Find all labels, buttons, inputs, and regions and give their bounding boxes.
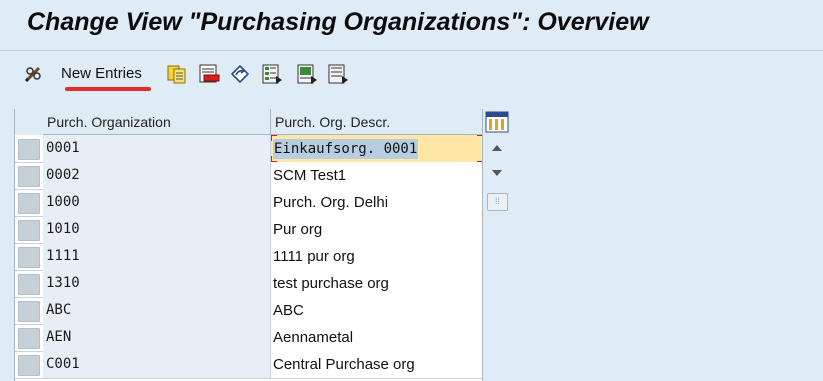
- select-all-icon[interactable]: [261, 63, 283, 85]
- undo-change-icon[interactable]: [229, 63, 251, 85]
- table-row[interactable]: 1111 1111 pur org: [15, 243, 483, 271]
- entries-table: Purch. Organization Purch. Org. Descr. 0…: [14, 109, 512, 381]
- table-row[interactable]: 1000 Purch. Org. Delhi: [15, 189, 483, 217]
- purch-org-descr-value[interactable]: Einkaufsorg. 0001: [273, 139, 419, 159]
- scroll-down-icon[interactable]: [486, 164, 508, 182]
- purch-org-descr-field[interactable]: Aennametal: [271, 324, 483, 351]
- delete-icon[interactable]: [198, 63, 220, 85]
- row-selector[interactable]: [18, 193, 40, 214]
- row-selector[interactable]: [18, 328, 40, 349]
- new-entries-button[interactable]: New Entries: [61, 63, 142, 85]
- deselect-all-icon[interactable]: [327, 63, 349, 85]
- purch-org-code: 0001: [43, 135, 271, 162]
- vertical-scrollbar[interactable]: ⁞⁞: [482, 109, 512, 381]
- select-block-icon[interactable]: [296, 63, 318, 85]
- purch-org-code: C001: [43, 351, 271, 378]
- row-selector[interactable]: [18, 139, 40, 160]
- purch-org-descr-field[interactable]: 1111 pur org: [271, 243, 483, 270]
- purch-org-descr-field[interactable]: Central Purchase org: [271, 351, 483, 378]
- purch-org-code: 1000: [43, 189, 271, 216]
- purch-org-descr-field[interactable]: SCM Test1: [271, 162, 483, 189]
- purch-org-code: 1010: [43, 216, 271, 243]
- purch-org-descr-field[interactable]: test purchase org: [271, 270, 483, 297]
- purch-org-code: 1310: [43, 270, 271, 297]
- scroll-thumb[interactable]: ⁞⁞: [487, 193, 508, 211]
- purch-org-code: AEN: [43, 324, 271, 351]
- table-row[interactable]: 1010 Pur org: [15, 216, 483, 244]
- purch-org-descr-field[interactable]: ABC: [271, 297, 483, 324]
- row-selector[interactable]: [18, 247, 40, 268]
- application-toolbar: New Entries: [0, 51, 823, 99]
- annotation-underline: [65, 87, 151, 91]
- window-title: Change View "Purchasing Organizations": …: [27, 8, 649, 36]
- table-row[interactable]: 0002 SCM Test1: [15, 162, 483, 190]
- table-row[interactable]: ABC ABC: [15, 297, 483, 325]
- select-all-header[interactable]: [15, 109, 44, 135]
- purch-org-code: ABC: [43, 297, 271, 324]
- empty-area: [511, 99, 823, 381]
- column-settings-icon[interactable]: [485, 111, 509, 133]
- row-selector[interactable]: [18, 355, 40, 376]
- display-change-icon[interactable]: [22, 63, 44, 85]
- purch-org-descr-field[interactable]: Purch. Org. Delhi: [271, 189, 483, 216]
- purch-org-descr-field[interactable]: Einkaufsorg. 0001: [271, 135, 483, 162]
- purch-org-code: 1111: [43, 243, 271, 270]
- table-row[interactable]: 0001 Einkaufsorg. 0001: [15, 135, 483, 163]
- table-row[interactable]: AEN Aennametal: [15, 324, 483, 352]
- title-bar: Change View "Purchasing Organizations": …: [0, 0, 823, 51]
- purch-org-code: 0002: [43, 162, 271, 189]
- focus-corner-top-left: [271, 135, 277, 141]
- column-header-purch-organization[interactable]: Purch. Organization: [43, 109, 271, 135]
- row-selector[interactable]: [18, 274, 40, 295]
- row-selector[interactable]: [18, 166, 40, 187]
- table-row[interactable]: 1310 test purchase org: [15, 270, 483, 298]
- scroll-up-icon[interactable]: [486, 139, 508, 157]
- table-row[interactable]: C001 Central Purchase org: [15, 351, 483, 379]
- copy-as-icon[interactable]: [166, 63, 188, 85]
- column-header-purch-org-descr[interactable]: Purch. Org. Descr.: [271, 109, 483, 135]
- row-selector[interactable]: [18, 301, 40, 322]
- row-selector[interactable]: [18, 220, 40, 241]
- purch-org-descr-field[interactable]: Pur org: [271, 216, 483, 243]
